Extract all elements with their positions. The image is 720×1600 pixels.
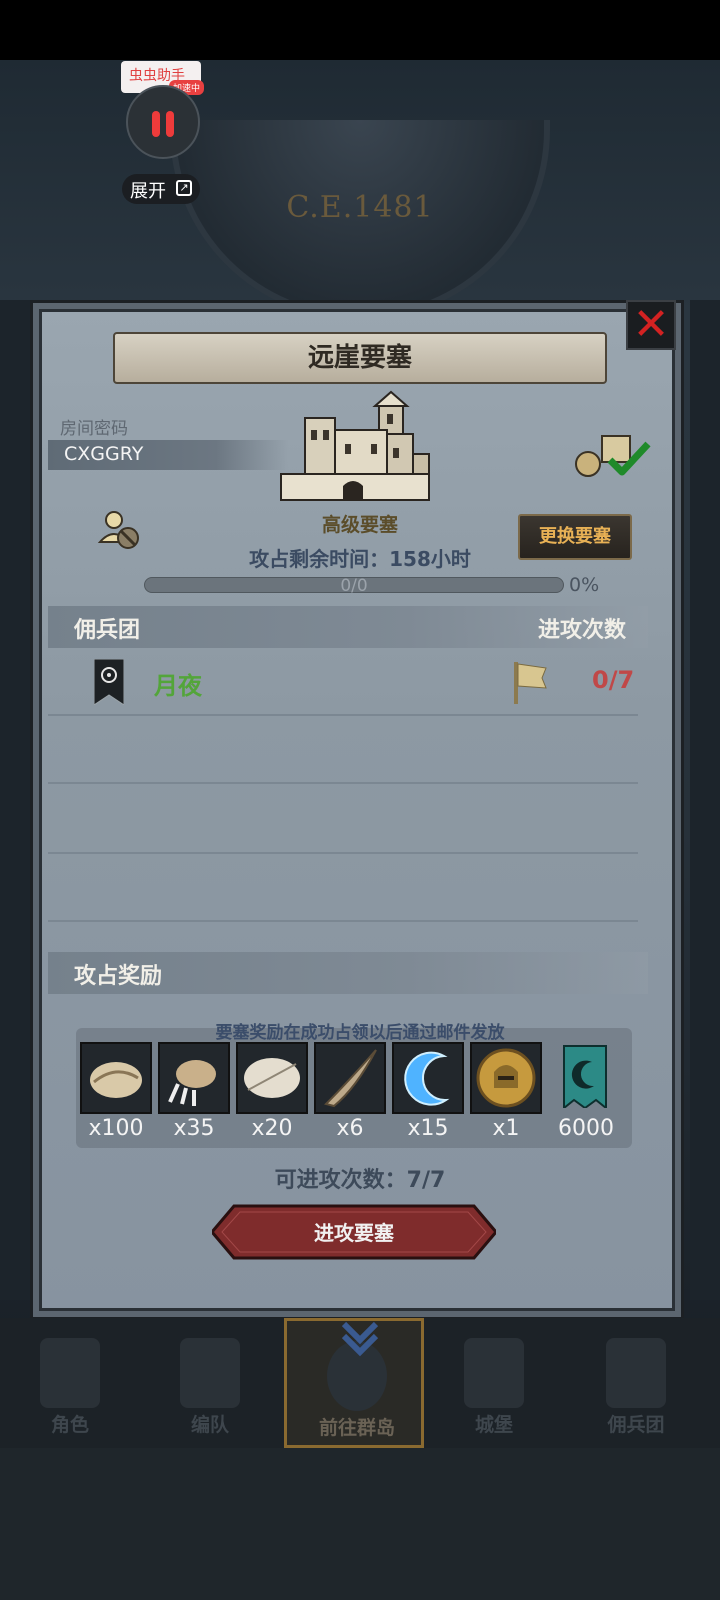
reward-item-claw[interactable] [158,1042,230,1114]
close-icon: ✕ [632,299,670,350]
feather-icon [244,1058,300,1098]
nav-item-character[interactable]: 角色 [0,1318,140,1448]
bottom-area [0,1448,720,1600]
attacks-remaining: 可进攻次数：7/7 [274,1168,446,1193]
helmet-medal-icon [476,1048,536,1108]
clan-name[interactable]: 月夜 [154,666,202,701]
reward-item-horn[interactable] [314,1042,386,1114]
room-password-label: 房间密码 [60,419,128,439]
nav-label: 前往群岛 [318,1417,395,1439]
clan-attack-count: 0/7 [592,666,635,694]
horn-icon [324,1049,377,1108]
reward-qty: x35 [173,1116,215,1141]
pause-button[interactable] [126,85,200,159]
mercenary-icon [606,1338,666,1408]
calendar-year: C.E.1481 [286,190,434,225]
mercenary-header: 佣兵团 [74,618,141,643]
attack-fortress-label[interactable]: 进攻要塞 [212,1217,496,1246]
helmet-icon [180,1338,240,1408]
expand-label: 展开 [130,181,166,202]
dialog-title: 远崖要塞 [113,332,607,384]
attack-count-header: 进攻次数 [538,618,627,643]
castle-nav-icon [464,1338,524,1408]
background-left-edge [0,300,30,1300]
expand-icon: ↗ [176,180,192,196]
reward-item-crescent[interactable] [392,1042,464,1114]
row-divider [48,920,638,922]
nav-label: 编队 [190,1414,229,1436]
reward-qty: x1 [492,1116,520,1141]
capture-progress-percent: 0% [569,574,600,596]
row-divider [48,714,638,716]
no-player-icon[interactable] [96,506,142,552]
clan-banner-icon [94,659,124,705]
expand-button[interactable]: 展开 ↗ [122,174,200,204]
reward-qty: x15 [407,1116,449,1141]
blue-crescent-icon [404,1051,450,1106]
status-bar [0,0,720,60]
row-divider [48,782,638,784]
pause-icon [152,111,160,137]
flag-icon [514,662,547,704]
reward-qty: 6000 [558,1116,614,1141]
reward-item-medal[interactable] [470,1042,542,1114]
castle-icon [280,390,430,501]
chevron-down-icon [341,1321,379,1357]
background-right-edge [690,300,720,1300]
room-code[interactable]: CXGGRY [64,443,143,465]
close-button[interactable]: ✕ [626,300,676,350]
moon-banner-icon [563,1045,607,1108]
reward-qty: x6 [336,1116,364,1141]
loot-check-icon [575,435,651,477]
nav-label: 角色 [50,1414,89,1436]
claw-icon [168,1060,216,1106]
nav-item-castle[interactable]: 城堡 [424,1318,564,1448]
knight-icon [40,1338,100,1408]
pause-icon [166,111,174,137]
reward-header: 攻占奖励 [74,964,163,989]
reward-qty: x20 [251,1116,293,1141]
swap-fortress-button[interactable]: 更换要塞 [518,514,632,560]
nav-item-formation[interactable]: 编队 [140,1318,280,1448]
nav-label: 城堡 [474,1414,513,1436]
capture-progress-text: 0/0 [340,576,368,596]
reward-item-fur[interactable] [80,1042,152,1114]
reward-item-feather[interactable] [236,1042,308,1114]
nav-item-mercenary[interactable]: 佣兵团 [566,1318,706,1448]
row-divider [48,852,638,854]
reward-note: 要塞奖励在成功占领以后通过邮件发放 [215,1023,505,1043]
fur-pelt-icon [90,1062,142,1098]
reward-qty: x100 [88,1116,144,1141]
nav-label: 佣兵团 [607,1414,665,1436]
